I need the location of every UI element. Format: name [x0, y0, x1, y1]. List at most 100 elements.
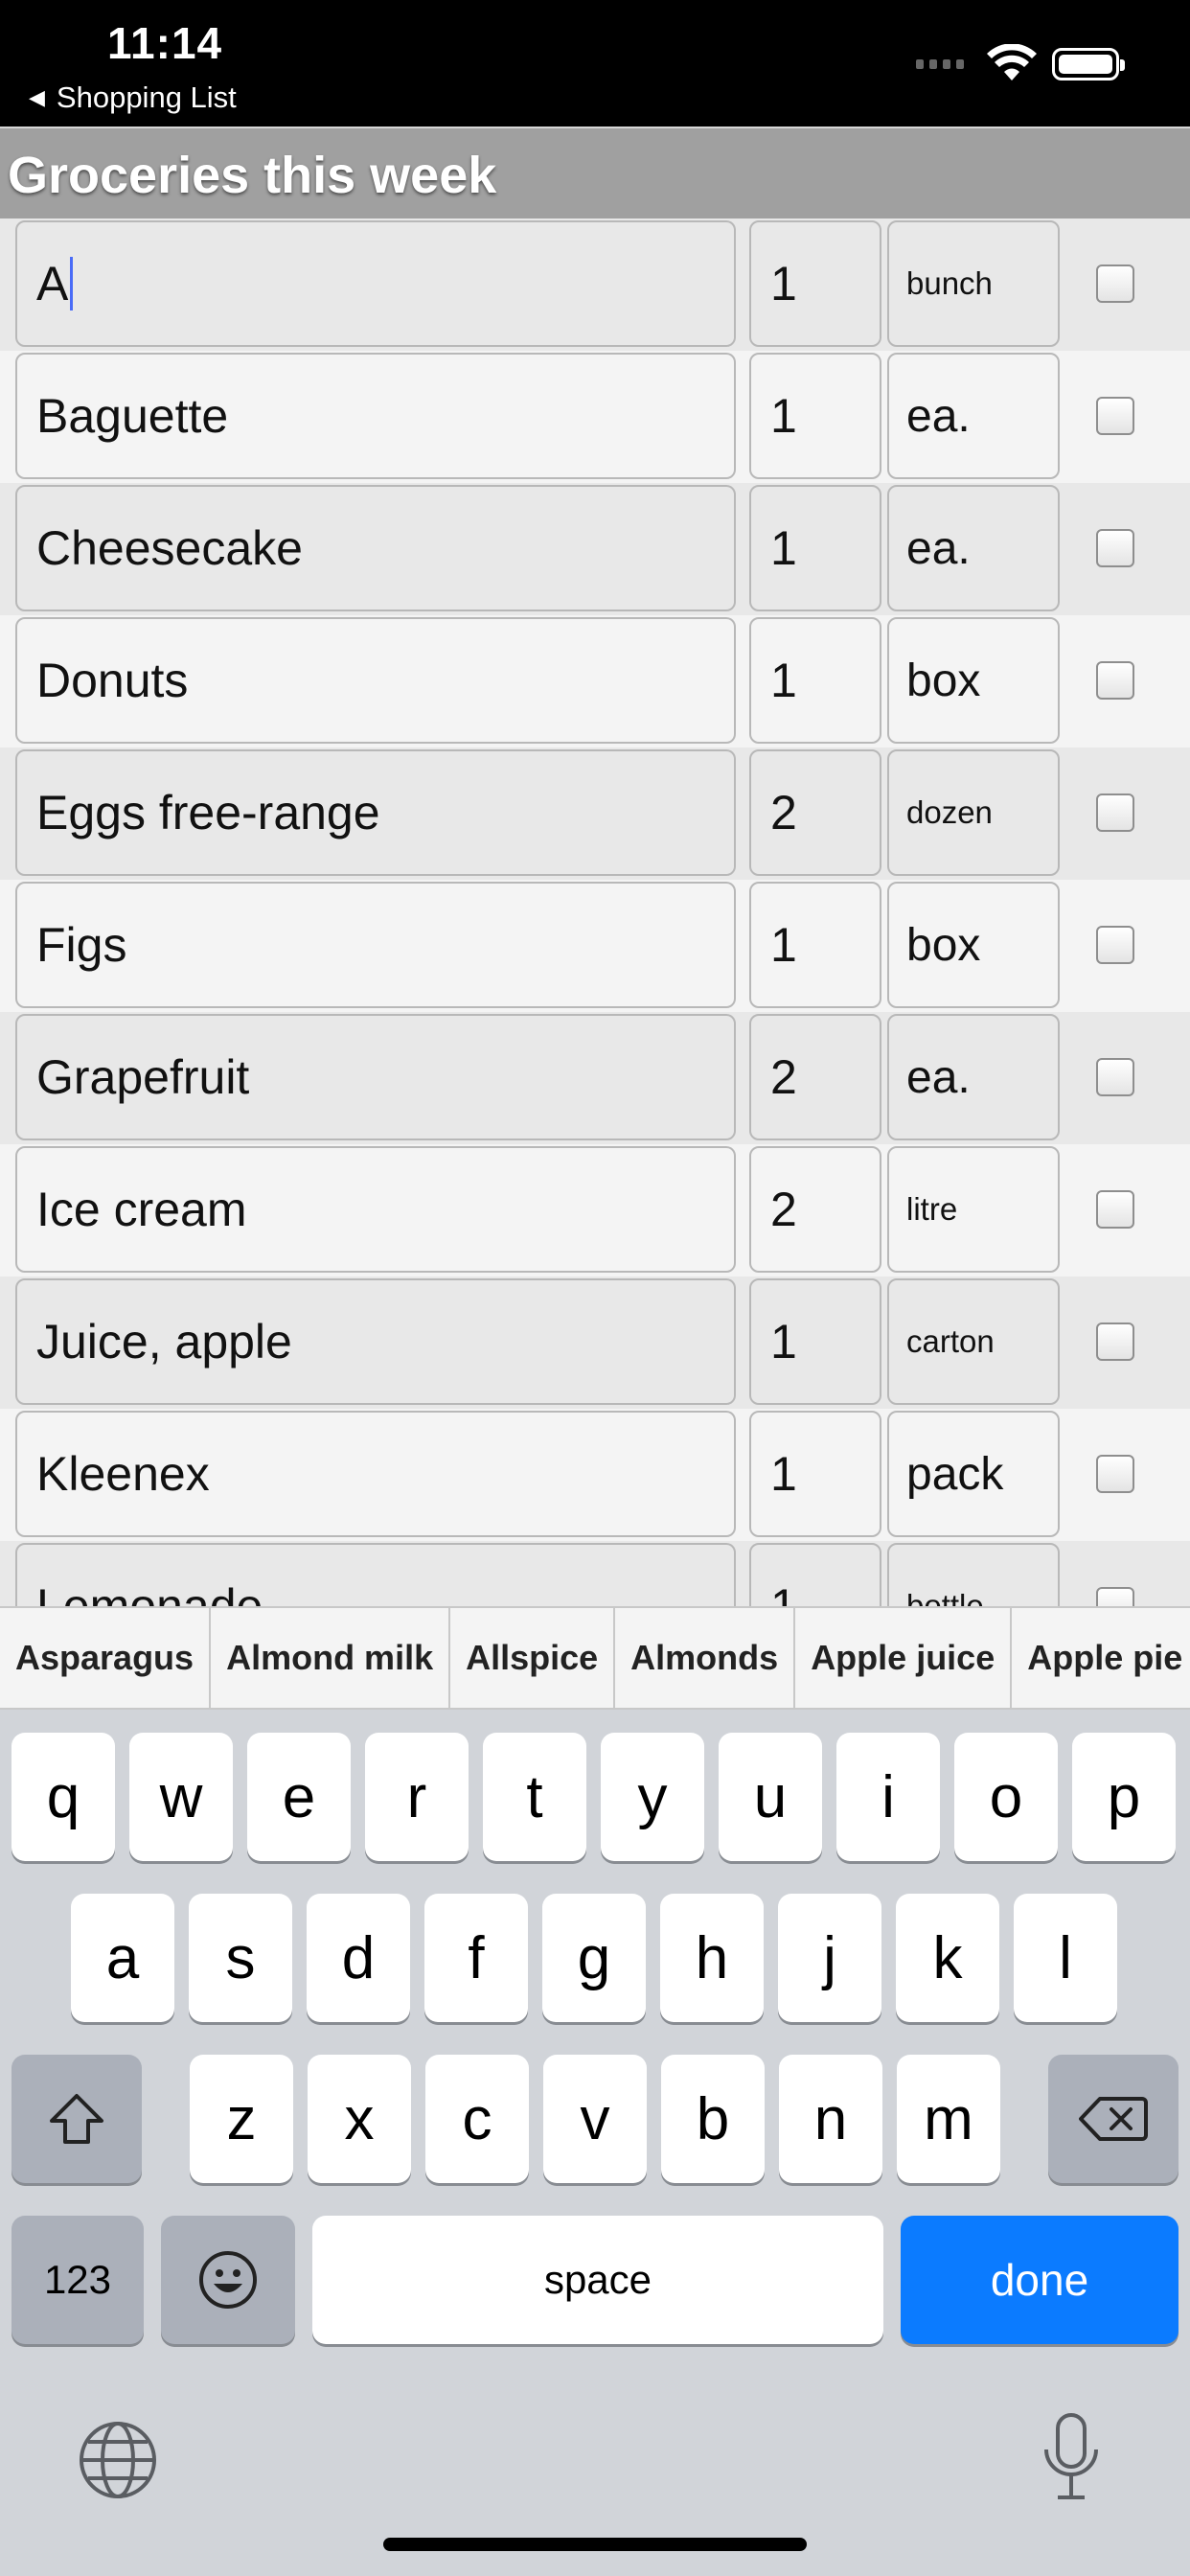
key-a[interactable]: a [71, 1894, 174, 2022]
item-name-field[interactable]: Figs [15, 882, 736, 1008]
item-name-field[interactable]: Eggs free-range [15, 749, 736, 876]
item-unit-field[interactable]: ea. [887, 353, 1060, 479]
item-done-checkbox[interactable] [1096, 1058, 1134, 1096]
key-n[interactable]: n [779, 2055, 882, 2183]
status-bar: 11:14 ◀ Shopping List [0, 0, 1190, 126]
item-done-checkbox[interactable] [1096, 264, 1134, 303]
item-quantity-field[interactable]: 1 [749, 882, 881, 1008]
key-z[interactable]: z [190, 2055, 293, 2183]
space-key[interactable]: space [312, 2216, 883, 2344]
item-name-field[interactable]: Cheesecake [15, 485, 736, 611]
item-name-field[interactable]: Lemonade [15, 1543, 736, 1606]
item-done-checkbox[interactable] [1096, 1587, 1134, 1606]
item-name-text: A [36, 257, 69, 310]
item-unit-field[interactable]: bunch [887, 220, 1060, 347]
item-done-checkbox[interactable] [1096, 926, 1134, 964]
key-j[interactable]: j [778, 1894, 881, 2022]
key-r[interactable]: r [365, 1733, 469, 1861]
list-item: Kleenex 1 pack [0, 1409, 1190, 1541]
emoji-key[interactable] [161, 2216, 295, 2344]
list-item: Donuts 1 box [0, 615, 1190, 748]
item-done-checkbox[interactable] [1096, 397, 1134, 435]
suggestion-chip[interactable]: Apple pie [1012, 1608, 1190, 1708]
key-m[interactable]: m [897, 2055, 1000, 2183]
key-u[interactable]: u [719, 1733, 822, 1861]
item-unit-field[interactable]: litre [887, 1146, 1060, 1273]
list-item: Baguette 1 ea. [0, 351, 1190, 483]
item-quantity-field[interactable]: 1 [749, 1411, 881, 1537]
item-unit-field[interactable]: ea. [887, 485, 1060, 611]
key-w[interactable]: w [129, 1733, 233, 1861]
item-done-checkbox[interactable] [1096, 529, 1134, 567]
item-name-field[interactable]: Baguette [15, 353, 736, 479]
key-q[interactable]: q [11, 1733, 115, 1861]
shift-key[interactable] [11, 2055, 142, 2183]
item-quantity-field[interactable]: 2 [749, 749, 881, 876]
key-y[interactable]: y [601, 1733, 704, 1861]
list-item: Juice, apple 1 carton [0, 1276, 1190, 1409]
item-quantity-field[interactable]: 1 [749, 485, 881, 611]
backspace-icon [1079, 2097, 1148, 2141]
item-name-field[interactable]: A [15, 220, 736, 347]
numbers-key[interactable]: 123 [11, 2216, 144, 2344]
item-quantity-field[interactable]: 1 [749, 1278, 881, 1405]
item-done-checkbox[interactable] [1096, 794, 1134, 832]
item-quantity-field[interactable]: 2 [749, 1014, 881, 1140]
item-unit-field[interactable]: carton [887, 1278, 1060, 1405]
item-done-checkbox[interactable] [1096, 661, 1134, 700]
suggestion-chip[interactable]: Almonds [615, 1608, 796, 1708]
item-quantity-field[interactable]: 1 [749, 353, 881, 479]
item-done-checkbox[interactable] [1096, 1190, 1134, 1229]
item-name-field[interactable]: Ice cream [15, 1146, 736, 1273]
key-v[interactable]: v [543, 2055, 647, 2183]
item-quantity-field[interactable]: 1 [749, 1543, 881, 1606]
suggestion-chip[interactable]: Apple juice [795, 1608, 1013, 1708]
globe-icon[interactable] [77, 2419, 159, 2501]
back-to-app-button[interactable]: ◀ Shopping List [29, 80, 237, 115]
cellular-signal-icon [916, 59, 964, 69]
key-g[interactable]: g [542, 1894, 646, 2022]
item-name-text: Ice cream [36, 1183, 247, 1236]
key-k[interactable]: k [896, 1894, 999, 2022]
microphone-icon[interactable] [1042, 2411, 1100, 2503]
item-unit-field[interactable]: box [887, 617, 1060, 744]
key-s[interactable]: s [189, 1894, 292, 2022]
item-name-field[interactable]: Kleenex [15, 1411, 736, 1537]
grocery-list[interactable]: A 1 bunch Baguette 1 ea. Cheesecake 1 ea. Donuts 1… [0, 218, 1190, 1606]
key-i[interactable]: i [836, 1733, 940, 1861]
key-e[interactable]: e [247, 1733, 351, 1861]
key-h[interactable]: h [660, 1894, 764, 2022]
list-item: A 1 bunch [0, 218, 1190, 351]
item-done-checkbox[interactable] [1096, 1322, 1134, 1361]
item-name-text: Juice, apple [36, 1315, 292, 1368]
item-done-checkbox[interactable] [1096, 1455, 1134, 1493]
key-x[interactable]: x [308, 2055, 411, 2183]
emoji-icon [199, 2251, 257, 2309]
item-unit-field[interactable]: bottle [887, 1543, 1060, 1606]
item-name-field[interactable]: Donuts [15, 617, 736, 744]
backspace-key[interactable] [1048, 2055, 1179, 2183]
item-unit-field[interactable]: ea. [887, 1014, 1060, 1140]
key-o[interactable]: o [954, 1733, 1058, 1861]
key-b[interactable]: b [661, 2055, 765, 2183]
suggestion-chip[interactable]: Almond milk [211, 1608, 451, 1708]
item-name-field[interactable]: Juice, apple [15, 1278, 736, 1405]
key-l[interactable]: l [1014, 1894, 1117, 2022]
key-d[interactable]: d [307, 1894, 410, 2022]
item-quantity-field[interactable]: 1 [749, 617, 881, 744]
suggestion-chip[interactable]: Allspice [450, 1608, 616, 1708]
item-unit-field[interactable]: pack [887, 1411, 1060, 1537]
key-f[interactable]: f [424, 1894, 528, 2022]
item-unit-field[interactable]: dozen [887, 749, 1060, 876]
item-quantity-field[interactable]: 1 [749, 220, 881, 347]
key-p[interactable]: p [1072, 1733, 1176, 1861]
key-t[interactable]: t [483, 1733, 586, 1861]
home-indicator [383, 2538, 807, 2551]
item-name-field[interactable]: Grapefruit [15, 1014, 736, 1140]
item-quantity-field[interactable]: 2 [749, 1146, 881, 1273]
item-unit-field[interactable]: box [887, 882, 1060, 1008]
key-c[interactable]: c [425, 2055, 529, 2183]
done-key[interactable]: done [901, 2216, 1179, 2344]
suggestion-chip[interactable]: Asparagus [0, 1608, 212, 1708]
autocomplete-suggestion-bar: Asparagus Almond milk Allspice Almonds Apple… [0, 1606, 1190, 1710]
